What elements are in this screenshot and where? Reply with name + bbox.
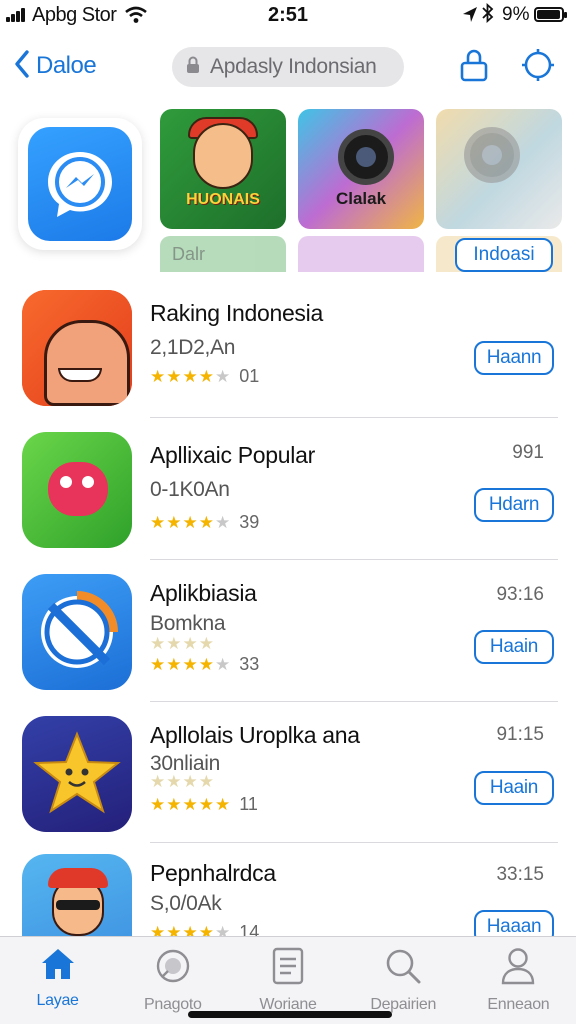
- app-name: Apllolais Uroplka ana: [150, 722, 360, 748]
- list-item[interactable]: Raking Indonesia 2,1D2,An ★★★★★ 01 Haann: [0, 288, 576, 428]
- battery-percent: 9%: [502, 4, 530, 25]
- app-meta: 93:16: [496, 584, 544, 605]
- back-label: Daloe: [36, 52, 97, 79]
- tab-profile[interactable]: Enneaon: [461, 937, 576, 1024]
- messenger-icon: [28, 127, 132, 241]
- get-button[interactable]: Haain: [474, 771, 554, 805]
- app-name: Pepnhalrdca: [150, 860, 276, 886]
- get-button[interactable]: Haain: [474, 630, 554, 664]
- featured-app-icon[interactable]: [18, 118, 142, 250]
- location-arrow-icon: [462, 6, 478, 29]
- list-item[interactable]: Aplikbiasia Bomkna ★★★★ ★★★★★ 33 93:16 H…: [0, 572, 576, 712]
- monster-app-icon: [22, 432, 132, 548]
- featured-thumbnail-camera[interactable]: Clalak: [298, 109, 424, 229]
- divider: [150, 701, 558, 702]
- battery-fill: [537, 10, 560, 19]
- back-button[interactable]: Daloe: [14, 48, 97, 84]
- location-target-icon: [521, 48, 555, 87]
- star-app-icon: [22, 716, 132, 832]
- star-rating-icon: ★★★★★: [150, 654, 232, 674]
- search-field-text: Apdasly Indonsian: [210, 55, 377, 78]
- chevron-left-icon: [14, 49, 30, 83]
- app-meta: 33:15: [496, 864, 544, 885]
- featured-thumbnail-faded[interactable]: [436, 109, 562, 229]
- bluetooth-icon: [482, 2, 494, 28]
- app-subtitle: Bomkna: [150, 612, 226, 635]
- location-target-button[interactable]: [520, 47, 556, 87]
- app-subtitle: 2,1D2,An: [150, 336, 236, 359]
- get-button[interactable]: Haann: [474, 341, 554, 375]
- search-field[interactable]: Apdasly Indonsian: [172, 47, 404, 87]
- app-subtitle: 0-1K0An: [150, 478, 230, 501]
- star-rating-icon: ★★★★★: [150, 794, 232, 814]
- app-rating: ★★★★★ 39: [150, 512, 259, 533]
- list-item[interactable]: Apllolais Uroplka ana 30nliain ★★★★ ★★★★…: [0, 714, 576, 854]
- app-rating: ★★★★★ 01: [150, 366, 259, 387]
- tab-home[interactable]: Layae: [0, 937, 115, 1024]
- star-rating-icon: ★★★★★: [150, 512, 232, 532]
- home-icon: [39, 947, 77, 986]
- app-name: Apllixaic Popular: [150, 442, 315, 468]
- camera-lens-image: [338, 129, 394, 185]
- divider: [150, 417, 558, 418]
- app-rating: ★★★★★ 11: [150, 794, 258, 815]
- battery-icon: [534, 7, 567, 22]
- divider: [150, 559, 558, 560]
- faint-stars-icon: ★★★★: [150, 634, 215, 653]
- rating-count: 33: [239, 654, 260, 674]
- status-bar: Apbg Stor 2:51 9%: [0, 0, 576, 30]
- app-rating: ★★★★★ 33: [150, 654, 259, 675]
- compass-app-icon: [22, 574, 132, 690]
- rating-count: 01: [239, 366, 260, 386]
- tab-label: Layae: [36, 992, 79, 1009]
- thumbnail-label: Clalak: [335, 189, 387, 208]
- search-icon: [384, 947, 422, 990]
- rating-count: 11: [239, 794, 258, 814]
- featured-thumbnail-game[interactable]: HUONAIS: [160, 109, 286, 229]
- rating-count: 39: [239, 512, 260, 532]
- home-indicator: [188, 1011, 392, 1018]
- lock-icon: [186, 56, 200, 79]
- thumbnail-label: HUONAIS: [186, 191, 260, 208]
- divider: [150, 842, 558, 843]
- document-icon: [271, 947, 305, 990]
- lock-button[interactable]: [456, 47, 492, 87]
- list-item[interactable]: Apllixaic Popular 0-1K0An ★★★★★ 39 991 H…: [0, 430, 576, 570]
- app-subtitle: S,0/0Ak: [150, 892, 222, 915]
- lock-icon: [459, 48, 489, 87]
- cartoon-face-image: [193, 123, 253, 189]
- app-meta: 91:15: [496, 724, 544, 745]
- star-rating-icon: ★★★★★: [150, 366, 232, 386]
- bear-app-icon: [22, 290, 132, 406]
- tab-label: Enneaon: [487, 996, 550, 1013]
- faint-stars-icon: ★★★★: [150, 772, 215, 791]
- app-name: Aplikbiasia: [150, 580, 257, 606]
- app-meta: 991: [512, 442, 544, 463]
- get-button[interactable]: Hdarn: [474, 488, 554, 522]
- featured-action-button[interactable]: Indoasi: [455, 238, 553, 272]
- reflection-label: Dalr: [172, 244, 206, 264]
- app-name: Raking Indonesia: [150, 300, 323, 326]
- compass-icon: [154, 947, 192, 990]
- person-icon: [500, 947, 536, 990]
